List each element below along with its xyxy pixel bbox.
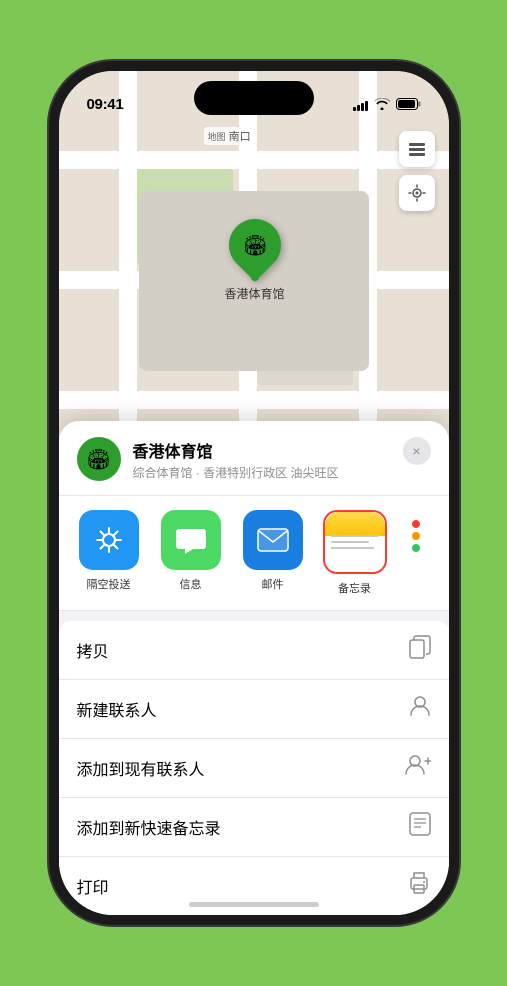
more-dots-container: [412, 520, 420, 552]
mail-label: 邮件: [262, 576, 284, 592]
messages-label: 信息: [180, 576, 202, 592]
share-item-mail[interactable]: 邮件: [237, 510, 309, 596]
pin-label: 香港体育馆: [225, 285, 285, 302]
pin-circle: 🏟: [218, 208, 292, 282]
notes-icon-box: [325, 512, 385, 572]
dynamic-island: [194, 81, 314, 115]
airdrop-label: 隔空投送: [87, 576, 131, 592]
home-indicator: [189, 902, 319, 907]
notes-line-3: [331, 547, 374, 549]
phone-frame: 09:41: [59, 71, 449, 915]
battery-icon: [396, 98, 421, 113]
add-contact-label: 添加到现有联系人: [77, 756, 205, 780]
notes-lines: [331, 535, 379, 553]
map-label: 地图 南口: [204, 127, 255, 145]
location-button[interactable]: [399, 175, 435, 211]
more-dot-orange: [412, 532, 420, 540]
share-row: 隔空投送 信息 邮件: [59, 496, 449, 611]
share-item-airdrop[interactable]: 隔空投送: [73, 510, 145, 596]
wifi-icon: [374, 98, 390, 113]
person-icon: [409, 694, 431, 724]
print-label: 打印: [77, 874, 109, 898]
quick-note-label: 添加到新快速备忘录: [77, 815, 221, 839]
action-list: 拷贝 新建联系人 添加到现有联系人: [59, 621, 449, 915]
action-item-copy[interactable]: 拷贝: [59, 621, 449, 680]
signal-icon: [353, 101, 368, 111]
stadium-icon: 🏟: [242, 233, 267, 258]
map-layers-button[interactable]: [399, 131, 435, 167]
notes-line-2: [331, 541, 369, 543]
notes-selected-border: [323, 510, 387, 574]
copy-icon: [409, 635, 431, 665]
notes-label: 备忘录: [338, 580, 371, 596]
map-button-group: [399, 131, 435, 219]
more-dot-green: [412, 544, 420, 552]
share-item-more[interactable]: [401, 510, 431, 596]
location-info: 香港体育馆 综合体育馆 · 香港特别行政区 油尖旺区: [133, 438, 431, 481]
action-item-quick-note[interactable]: 添加到新快速备忘录: [59, 798, 449, 857]
map-pin: 🏟 香港体育馆: [225, 219, 285, 302]
copy-label: 拷贝: [77, 638, 109, 662]
location-name: 香港体育馆: [133, 438, 431, 462]
status-icons: [353, 98, 421, 113]
status-time: 09:41: [87, 96, 124, 113]
share-item-notes[interactable]: 备忘录: [319, 510, 391, 596]
location-header: 🏟 香港体育馆 综合体育馆 · 香港特别行政区 油尖旺区 ×: [59, 421, 449, 496]
share-item-messages[interactable]: 信息: [155, 510, 227, 596]
action-item-new-contact[interactable]: 新建联系人: [59, 680, 449, 739]
new-contact-label: 新建联系人: [77, 697, 157, 721]
more-dot-red: [412, 520, 420, 528]
close-button[interactable]: ×: [403, 437, 431, 465]
location-subtitle: 综合体育馆 · 香港特别行政区 油尖旺区: [133, 464, 431, 481]
messages-icon-box: [161, 510, 221, 570]
action-item-add-contact[interactable]: 添加到现有联系人: [59, 739, 449, 798]
printer-icon: [407, 871, 431, 901]
bottom-sheet: 🏟 香港体育馆 综合体育馆 · 香港特别行政区 油尖旺区 × 隔空投送: [59, 421, 449, 915]
notes-line-1: [331, 535, 379, 537]
note-icon: [409, 812, 431, 842]
mail-icon-box: [243, 510, 303, 570]
location-venue-icon: 🏟: [77, 437, 121, 481]
airdrop-icon-box: [79, 510, 139, 570]
person-add-icon: [405, 753, 431, 783]
